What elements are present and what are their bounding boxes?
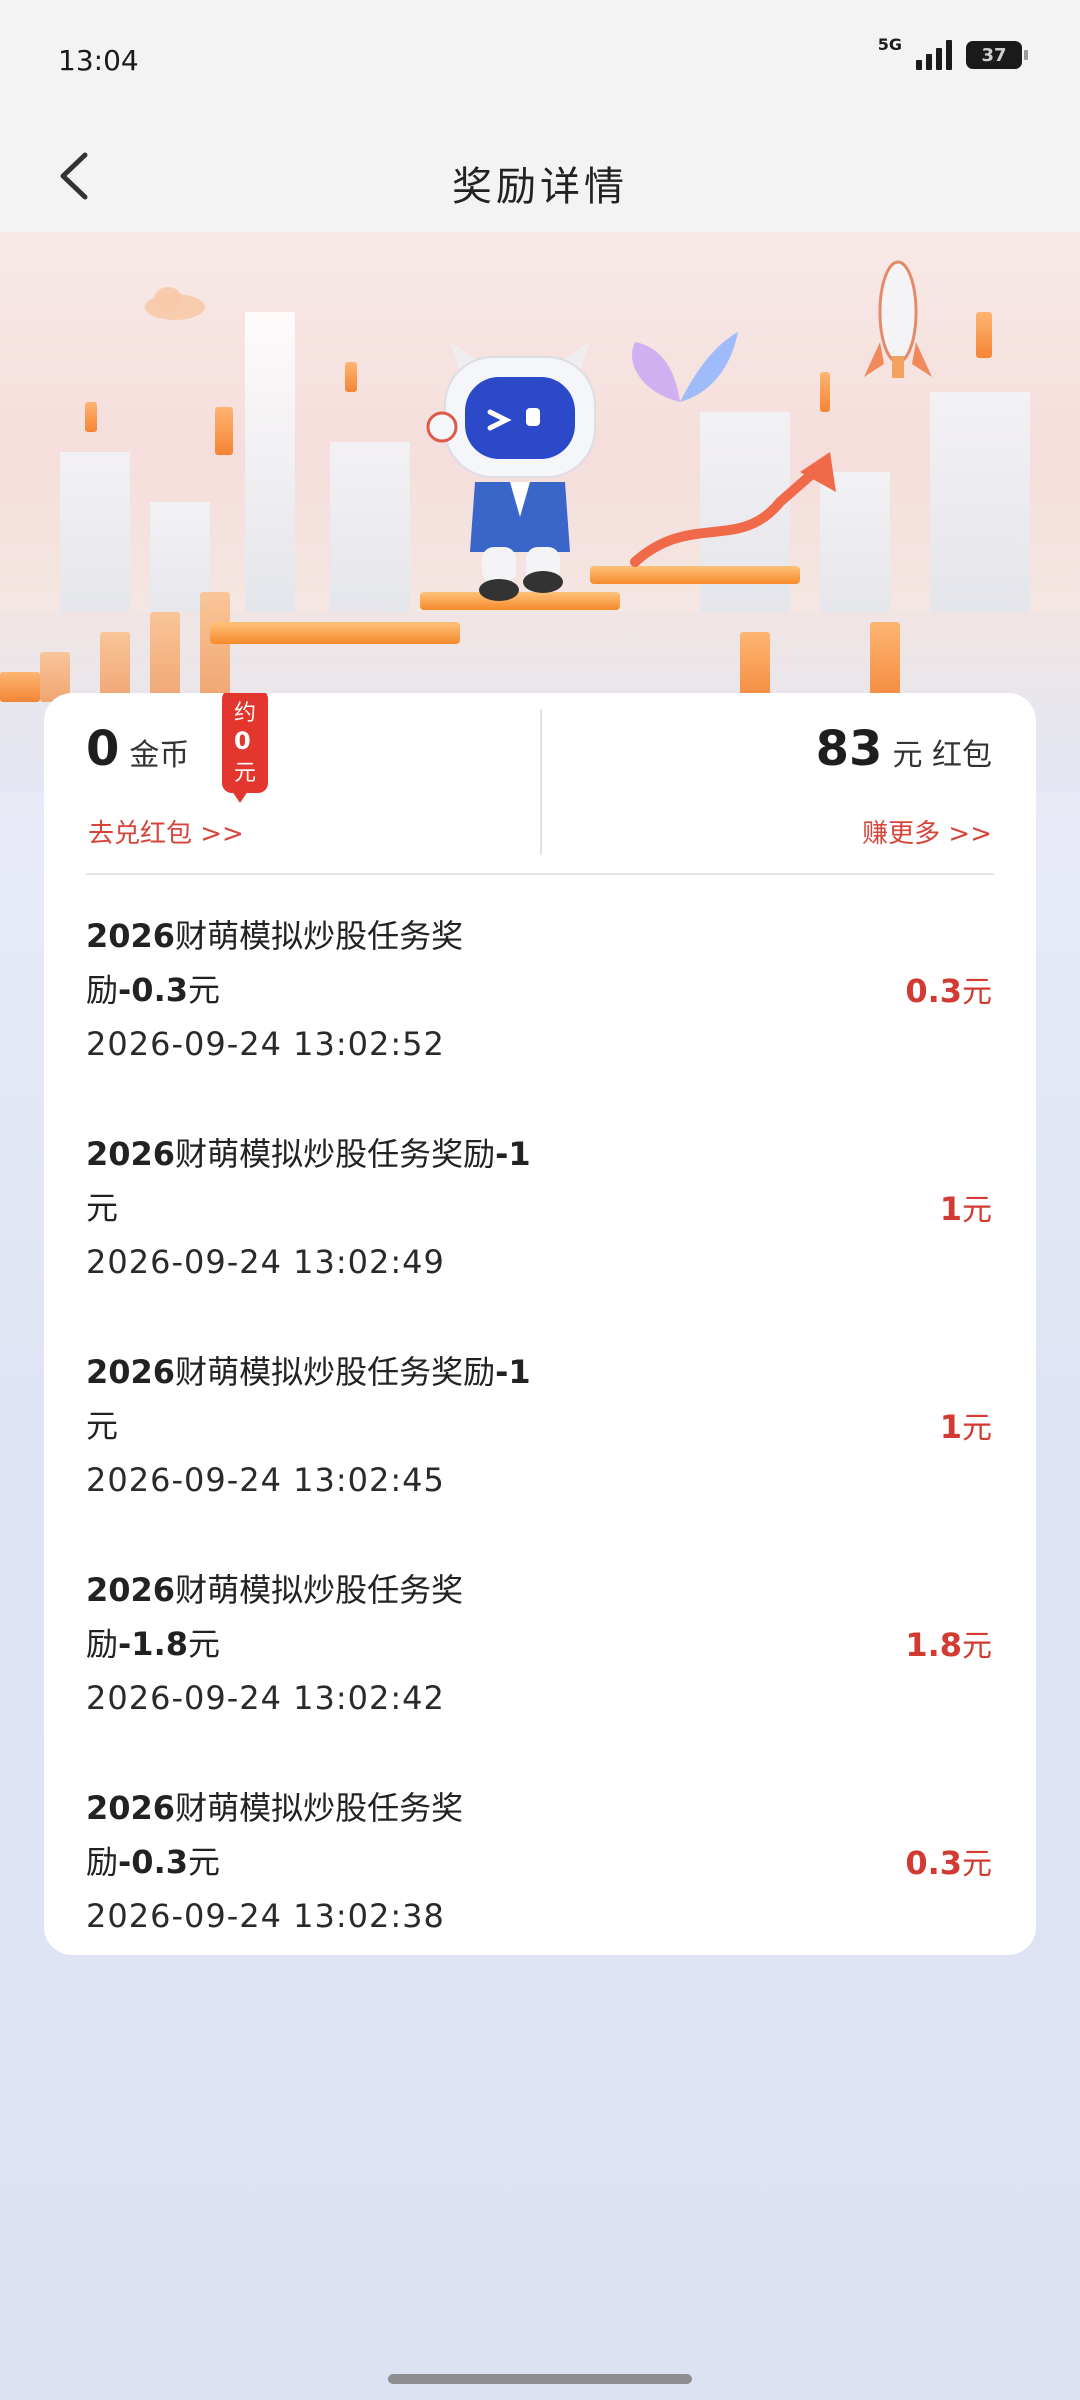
list-item[interactable]: 2026财萌模拟炒股任务奖 励-0.3元 2026-09-24 13:02:38 … [44, 1777, 1036, 1955]
coin-equivalent-badge: 约0 元 [222, 693, 269, 803]
record-time: 2026-09-24 13:02:49 [86, 1243, 445, 1281]
status-time: 13:04 [58, 44, 139, 77]
network-5g-icon: 5G [877, 35, 902, 54]
robot-mascot-icon [426, 342, 596, 601]
record-title: 2026财萌模拟炒股任务奖励-1 元 [86, 1135, 531, 1227]
red-packet-balance: 83 元 红包 [816, 721, 992, 777]
coin-value: 0 [86, 721, 120, 777]
divider [540, 709, 542, 855]
record-time: 2026-09-24 13:02:45 [86, 1461, 445, 1499]
coin-balance: 0 金币 约0元 [86, 693, 269, 803]
status-bar: 13:04 5G 37 [0, 0, 1080, 120]
record-amount: 0.3元 [905, 972, 992, 1010]
record-title: 2026财萌模拟炒股任务奖 励-0.3元 [86, 1789, 464, 1881]
red-packet-unit: 元 红包 [892, 738, 992, 773]
red-packet-value: 83 [815, 721, 883, 777]
coin-unit: 金币 [129, 738, 190, 773]
list-item[interactable]: 2026财萌模拟炒股任务奖励-1 元 2026-09-24 13:02:49 1元 [44, 1123, 1036, 1341]
trend-arrow-icon [630, 452, 836, 567]
badge-value: 0 [234, 727, 251, 755]
list-item[interactable]: 2026财萌模拟炒股任务奖 励-1.8元 2026-09-24 13:02:42 … [44, 1559, 1036, 1777]
home-indicator[interactable] [388, 2374, 692, 2384]
badge-prefix: 约 [234, 701, 257, 726]
record-time: 2026-09-24 13:02:42 [86, 1679, 445, 1717]
battery-icon: 37 [966, 41, 1028, 69]
record-amount: 0.3元 [905, 1844, 992, 1882]
record-time: 2026-09-24 13:02:38 [86, 1897, 445, 1935]
balance-summary: 0 金币 约0元 去兑红包 >> 83 元 红包 赚更多 >> [44, 693, 1036, 875]
cloud-icon [145, 287, 205, 320]
badge-unit: 元 [234, 761, 257, 786]
page-title: 奖励详情 [452, 164, 628, 210]
status-icons: 5G 37 [877, 35, 1028, 70]
list-item[interactable]: 2026财萌模拟炒股任务奖 励-0.3元 2026-09-24 13:02:52 … [44, 905, 1036, 1123]
battery-level: 37 [981, 44, 1007, 66]
record-amount: 1元 [939, 1190, 992, 1228]
record-title: 2026财萌模拟炒股任务奖 励-1.8元 [86, 1571, 464, 1663]
nav-header: 奖励详情 [0, 120, 1080, 232]
record-title: 2026财萌模拟炒股任务奖 励-0.3元 [86, 917, 464, 1009]
record-amount: 1.8元 [905, 1626, 992, 1664]
signal-icon [916, 40, 952, 70]
record-time: 2026-09-24 13:02:52 [86, 1025, 445, 1063]
reward-records-list: 2026财萌模拟炒股任务奖 励-0.3元 2026-09-24 13:02:52 … [44, 905, 1036, 1955]
rewards-card: 0 金币 约0元 去兑红包 >> 83 元 红包 赚更多 >> 2026财萌模拟炒股… [44, 693, 1036, 1955]
leaf-icon [632, 332, 738, 402]
record-title: 2026财萌模拟炒股任务奖励-1 元 [86, 1353, 531, 1445]
record-amount: 1元 [939, 1408, 992, 1446]
list-item[interactable]: 2026财萌模拟炒股任务奖励-1 元 2026-09-24 13:02:45 1元 [44, 1341, 1036, 1559]
rocket-icon [864, 260, 932, 378]
divider [86, 873, 994, 875]
redeem-red-packet-link[interactable]: 去兑红包 >> [88, 813, 244, 850]
earn-more-link[interactable]: 赚更多 >> [862, 813, 992, 850]
